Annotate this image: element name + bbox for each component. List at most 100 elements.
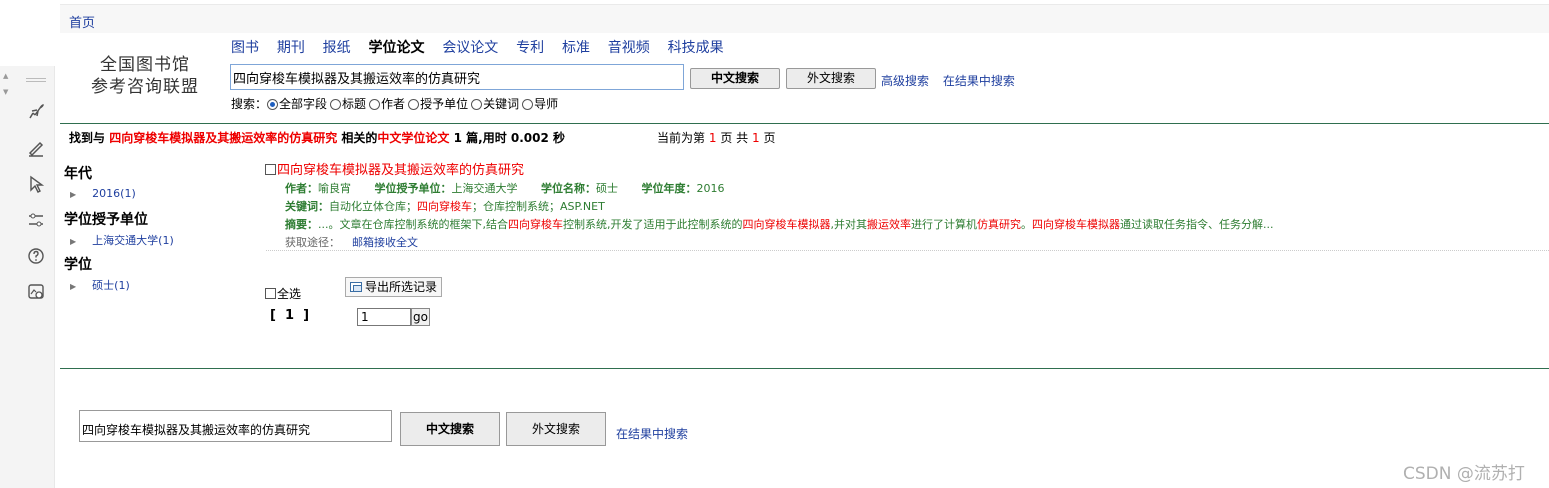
divider-bottom bbox=[60, 368, 1549, 369]
year-value: 2016 bbox=[696, 182, 725, 195]
tab-patents[interactable]: 专利 bbox=[516, 37, 544, 57]
page-total: 1 bbox=[751, 131, 760, 145]
keyword-segment-text: 自动化立体仓库 bbox=[329, 200, 406, 213]
radio-icon[interactable] bbox=[408, 99, 420, 110]
facet-degree-item[interactable]: ▶ 硕士(1) bbox=[70, 277, 130, 293]
divider-top bbox=[60, 123, 1549, 124]
export-selected-button[interactable]: 导出所选记录 bbox=[345, 277, 442, 297]
summary-query: 四向穿梭车模拟器及其搬运效率的仿真研究 bbox=[109, 131, 338, 145]
unit-value[interactable]: 上海交通大学 bbox=[452, 182, 518, 195]
search-in-results-link[interactable]: 在结果中搜索 bbox=[943, 74, 1015, 88]
field-title-label: 标题 bbox=[342, 97, 367, 111]
facet-degree-title: 学位 bbox=[64, 257, 92, 273]
page-mid: 页 共 bbox=[720, 131, 749, 145]
sliders-icon[interactable] bbox=[26, 210, 46, 230]
facet-unit-item-label[interactable]: 上海交通大学(1) bbox=[92, 234, 174, 247]
bottom-chinese-search-button[interactable]: 中文搜索 bbox=[400, 412, 500, 446]
tab-dissertations[interactable]: 学位论文 bbox=[368, 37, 424, 57]
page-number-input[interactable]: 1 bbox=[357, 308, 411, 326]
category-tabs: 图书 期刊 报纸 学位论文 会议论文 专利 标准 音视频 科技成果 bbox=[231, 37, 738, 57]
field-unit-label: 授予单位 bbox=[420, 97, 469, 111]
breadcrumb-home-link[interactable]: 首页 bbox=[69, 12, 95, 31]
summary-count: 1 篇,用时 0.002 秒 bbox=[453, 131, 566, 145]
keyword-segment-text: ；仓库控制系统；ASP.NET bbox=[472, 200, 605, 213]
select-all-label: 全选 bbox=[277, 287, 302, 301]
abstract-segment-highlight: 仿真研究 bbox=[977, 218, 1021, 231]
summary-prefix: 找到与 bbox=[69, 131, 106, 145]
facet-unit-item[interactable]: ▶ 上海交通大学(1) bbox=[70, 232, 174, 248]
keywords-label: 关键词： bbox=[285, 200, 329, 213]
export-label: 导出所选记录 bbox=[365, 280, 438, 294]
field-keyword-label: 关键词 bbox=[483, 97, 520, 111]
field-all-label: 全部字段 bbox=[279, 97, 328, 111]
radio-icon[interactable] bbox=[330, 99, 342, 110]
summary-mid: 相关的 bbox=[341, 131, 378, 145]
bottom-search-in-results-link[interactable]: 在结果中搜索 bbox=[616, 425, 688, 442]
field-all[interactable]: 全部字段 bbox=[267, 95, 327, 112]
abstract-segment-highlight: 四向穿梭车模拟器 bbox=[742, 218, 831, 231]
field-author-label: 作者 bbox=[381, 97, 406, 111]
select-all[interactable]: 全选 bbox=[265, 285, 301, 302]
record-checkbox[interactable] bbox=[265, 164, 276, 175]
help-icon[interactable] bbox=[26, 246, 46, 266]
go-button[interactable]: go bbox=[411, 308, 430, 326]
foreign-search-button[interactable]: 外文搜索 bbox=[786, 68, 876, 89]
radio-icon[interactable] bbox=[369, 99, 381, 110]
field-advisor[interactable]: 导师 bbox=[522, 95, 558, 112]
expand-triangle-icon[interactable]: ▶ bbox=[70, 282, 76, 291]
page-current: 1 bbox=[708, 131, 717, 145]
tab-sci-achievements[interactable]: 科技成果 bbox=[668, 37, 724, 57]
facet-year-item-label[interactable]: 2016(1) bbox=[92, 187, 136, 200]
page-prefix: 当前为第 bbox=[657, 131, 706, 145]
keywords-value: 自动化立体仓库；四向穿梭车；仓库控制系统；ASP.NET bbox=[329, 200, 605, 213]
facet-degree-item-label[interactable]: 硕士(1) bbox=[92, 279, 130, 292]
field-advisor-label: 导师 bbox=[534, 97, 559, 111]
field-keyword[interactable]: 关键词 bbox=[471, 95, 519, 112]
drag-handle[interactable] bbox=[26, 78, 46, 82]
search-input[interactable]: 四向穿梭车模拟器及其搬运效率的仿真研究 bbox=[230, 64, 684, 90]
record-abstract: 摘要：...。文章在仓库控制系统的框架下,结合四向穿梭车控制系统,开发了适用于此… bbox=[285, 216, 1274, 232]
breadcrumb: 首页 bbox=[60, 4, 1549, 33]
tab-newspapers[interactable]: 报纸 bbox=[323, 37, 351, 57]
field-author[interactable]: 作者 bbox=[369, 95, 405, 112]
radio-icon[interactable] bbox=[471, 99, 483, 110]
expand-triangle-icon[interactable]: ▶ bbox=[70, 237, 76, 246]
pager[interactable]: [ 1 ] bbox=[270, 308, 309, 323]
rocket-icon[interactable] bbox=[26, 102, 46, 122]
keyword-segment-highlight: 四向穿梭车 bbox=[417, 200, 472, 213]
abstract-segment-highlight: 四向穿梭车 bbox=[508, 218, 563, 231]
settings-image-icon[interactable] bbox=[26, 282, 46, 302]
collapse-up-icon[interactable]: ▲ bbox=[3, 72, 8, 80]
record-title-link[interactable]: 四向穿梭车模拟器及其搬运效率的仿真研究 bbox=[277, 163, 524, 178]
radio-checked-icon[interactable] bbox=[267, 99, 279, 110]
search-field-selector: 搜索： 全部字段 标题 作者 授予单位 关键词 导师 bbox=[231, 95, 561, 112]
tab-books[interactable]: 图书 bbox=[231, 37, 259, 57]
chinese-search-button[interactable]: 中文搜索 bbox=[690, 68, 780, 89]
email-fulltext-link[interactable]: 邮箱接收全文 bbox=[352, 236, 418, 249]
abstract-label: 摘要： bbox=[285, 218, 318, 231]
facet-year-item[interactable]: ▶ 2016(1) bbox=[70, 187, 136, 200]
facet-year: 年代 ▶ 2016(1) bbox=[64, 163, 136, 200]
facet-year-title: 年代 bbox=[64, 166, 92, 182]
tab-conference-papers[interactable]: 会议论文 bbox=[442, 37, 498, 57]
radio-icon[interactable] bbox=[522, 99, 534, 110]
collapse-down-icon[interactable]: ▼ bbox=[3, 88, 8, 96]
author-label: 作者： bbox=[285, 182, 318, 195]
tab-standards[interactable]: 标准 bbox=[562, 37, 590, 57]
bottom-foreign-search-button[interactable]: 外文搜索 bbox=[506, 412, 606, 446]
summary-type: 中文学位论文 bbox=[377, 131, 450, 145]
pen-icon[interactable] bbox=[26, 138, 46, 158]
advanced-search-link[interactable]: 高级搜索 bbox=[881, 74, 929, 88]
cursor-icon[interactable] bbox=[26, 174, 46, 194]
abstract-segment-text: 通过读取任务指令、任务分解... bbox=[1120, 218, 1274, 231]
tab-audio-video[interactable]: 音视频 bbox=[608, 37, 650, 57]
record-meta: 作者：喻良宵 学位授予单位：上海交通大学 学位名称：硕士 学位年度：2016 bbox=[285, 180, 725, 196]
expand-triangle-icon[interactable]: ▶ bbox=[70, 190, 76, 199]
tab-journals[interactable]: 期刊 bbox=[277, 37, 305, 57]
abstract-segment-highlight: 四向穿梭车模拟器 bbox=[1032, 218, 1120, 231]
author-value[interactable]: 喻良宵 bbox=[318, 182, 351, 195]
bottom-search-input[interactable]: 四向穿梭车模拟器及其搬运效率的仿真研究 bbox=[79, 410, 392, 442]
field-title[interactable]: 标题 bbox=[330, 95, 366, 112]
field-unit[interactable]: 授予单位 bbox=[408, 95, 468, 112]
select-all-checkbox[interactable] bbox=[265, 288, 276, 299]
